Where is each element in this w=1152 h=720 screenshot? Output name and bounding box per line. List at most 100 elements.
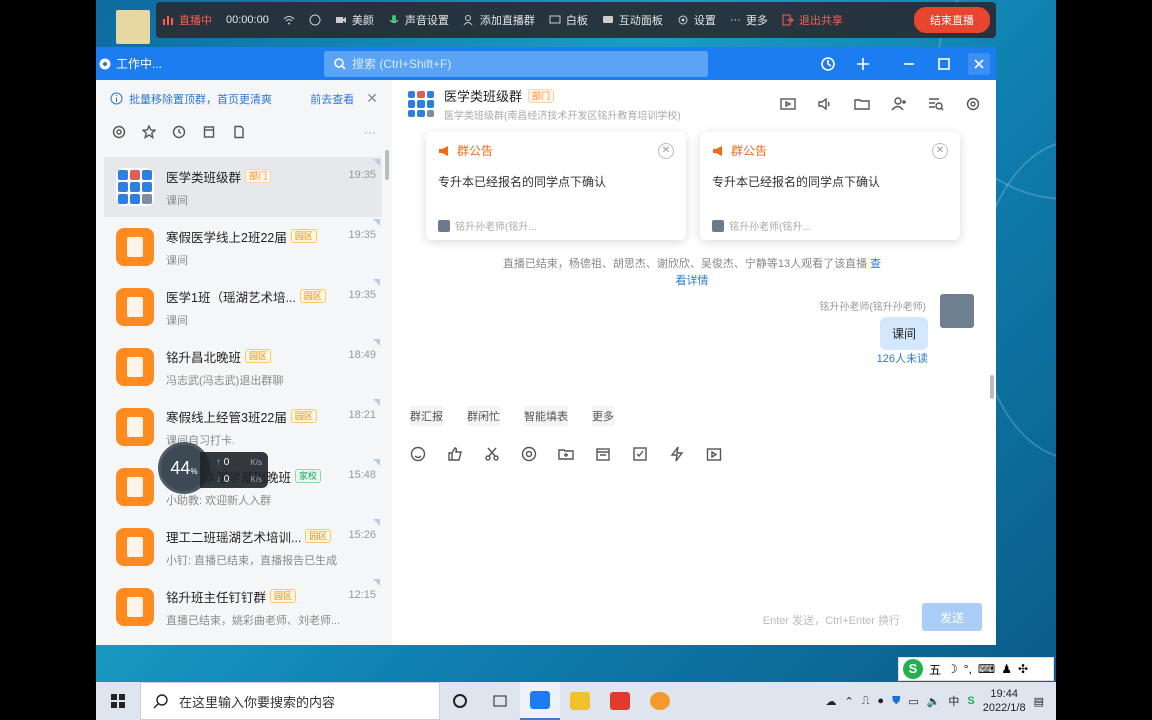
chat-scrollbar[interactable] [990,375,994,399]
quick-tab-more[interactable]: 更多 [592,406,614,426]
network-icon[interactable]: ▭ [908,695,918,708]
history-button[interactable] [817,53,839,75]
conversation-item[interactable]: 铭升班主任钉钉群 园区 直播已结束，姚彩曲老师、刘老师... 12:15 [104,577,382,637]
sound-settings-button[interactable]: 声音设置 [388,12,449,28]
interactive-panel-button[interactable]: 互动面板 [602,12,663,28]
exit-share-button[interactable]: 退出共享 [782,12,843,28]
speaker-icon[interactable] [816,95,834,113]
apps-icon[interactable]: ✣ [1018,662,1028,676]
microphone-icon[interactable]: ● [877,695,884,707]
camera-button[interactable]: 美颜 [335,12,374,28]
conversation-item[interactable]: 医学类班级群 部门 课间 19:35 [104,157,382,217]
add-live-group-button[interactable]: 添加直播群 [463,12,535,28]
conversation-item[interactable]: 医学1班（瑶湖艺术培... 园区 课间 19:35 [104,277,382,337]
avatar[interactable] [940,294,974,328]
group-avatar[interactable] [406,89,436,119]
minimize-button[interactable] [898,53,920,75]
notification-icon[interactable]: ▤ [1034,695,1044,708]
sogou-tray-icon[interactable]: S [967,695,974,707]
emoji-icon[interactable] [410,446,426,462]
global-search-input[interactable]: 搜索 (Ctrl+Shift+F) [324,50,708,77]
conversation-item[interactable]: 铭升昌北晚班 园区 冯志武(冯志武)退出群聊 18:49 [104,337,382,397]
cloud-icon[interactable]: ☁ [825,695,836,708]
taskbar-app-explorer[interactable] [560,682,600,720]
add-button[interactable] [852,53,874,75]
work-status[interactable]: 工作中... [96,55,324,72]
clock[interactable]: 19:44 2022/1/8 [983,687,1026,715]
dingtalk-icon [530,691,550,709]
add-member-icon[interactable] [890,95,908,113]
live-more-button[interactable]: ··· 更多 [730,12,768,28]
search-messages-icon[interactable] [927,95,945,113]
windows-icon [111,694,125,708]
whiteboard-button[interactable]: 白板 [549,12,588,28]
taskbar-app-media[interactable] [640,682,680,720]
conversation-time: 19:35 [348,229,376,241]
conversation-item[interactable]: 理工二班瑶湖艺术培训... 园区 小钉: 直播已结束，直播报告已生成 15:26 [104,517,382,577]
group-avatar [116,228,154,266]
announcement-card[interactable]: 群公告 ✕ 专升本已经报名的同学点下确认 铭升孙老师(铭升... [426,132,686,240]
schedule-icon[interactable] [595,446,611,462]
cortana-button[interactable] [440,682,480,720]
at-mention-icon[interactable] [521,446,537,462]
live-settings-button[interactable]: 设置 [677,12,716,28]
moon-icon[interactable]: ☽ [947,662,958,676]
taskbar-search-input[interactable]: 在这里输入你要搜索的内容 [140,682,440,720]
quick-tab-form[interactable]: 智能填表 [524,406,568,426]
calendar-filter-icon[interactable] [202,125,216,139]
ime-language[interactable]: 中 [948,693,959,709]
wifi-button[interactable] [283,14,295,26]
ding-lightning-icon[interactable] [669,446,685,462]
quick-tab-chat[interactable]: 群闲忙 [467,406,500,426]
conversation-scrollbar[interactable] [385,150,389,180]
maximize-button[interactable] [933,53,955,75]
announcement-close-icon[interactable]: ✕ [658,142,674,159]
gear-icon[interactable] [964,95,982,113]
video-call-icon[interactable] [706,446,722,462]
star-filter-icon[interactable] [142,125,156,139]
ime-mode[interactable]: 五 [929,661,941,678]
close-button[interactable] [968,52,990,75]
user-icon[interactable]: ♟ [1001,662,1012,676]
message-bubble[interactable]: 课间 [879,317,928,350]
notice-link[interactable]: 前去查看 [310,91,354,107]
punctuation-icon[interactable]: °, [964,662,972,676]
announcement-close-icon[interactable]: ✕ [932,142,948,159]
notice-text: 批量移除置顶群，首页更清爽 [129,93,272,106]
doc-filter-icon[interactable] [232,125,246,139]
scissors-icon[interactable] [484,446,500,462]
chat-title[interactable]: 医学类班级群 [444,86,522,105]
start-button[interactable] [96,693,140,709]
conversation-item[interactable]: 寒假医学线上2班22届 园区 课间 19:35 [104,217,382,277]
send-button[interactable]: 发送 [922,603,982,631]
keyboard-icon[interactable]: ⌨ [978,662,995,676]
conversation-tag: 园区 [270,589,297,603]
task-check-icon[interactable] [632,446,648,462]
add-folder-icon[interactable] [558,446,574,462]
end-live-button[interactable]: 结束直播 [914,7,990,33]
unread-count-link[interactable]: 126人未读 [877,350,928,366]
filter-more-icon[interactable]: ··· [364,125,376,139]
live-room-icon[interactable] [779,95,797,113]
usb-icon[interactable]: ⎍ [862,695,870,708]
announcement-card[interactable]: 群公告 ✕ 专升本已经报名的同学点下确认 铭升孙老师(铭升... [700,132,960,240]
share-button[interactable] [309,14,321,26]
announcement-author-avatar [712,219,724,232]
taskbar-app-wps[interactable] [600,682,640,720]
taskbar-app-dingtalk[interactable] [520,682,560,720]
network-speed-widget[interactable]: 44% ↑ 0 K/s ↓ 0 K/s [158,442,270,494]
notice-close-icon[interactable]: ✕ [366,90,378,107]
search-icon [153,694,168,709]
conversation-name: 理工二班瑶湖艺术培训... [166,530,302,545]
shield-icon[interactable]: ⛊ [892,695,900,708]
at-mention-filter-icon[interactable] [112,125,126,139]
quick-tab-report[interactable]: 群汇报 [410,406,443,426]
group-files-icon[interactable] [853,95,871,113]
chevron-up-icon[interactable]: ⌃ [844,695,853,708]
ime-toolbar[interactable]: S 五 ☽ °, ⌨ ♟ ✣ [898,657,1054,681]
task-view-button[interactable] [480,682,520,720]
thumbs-up-icon[interactable] [447,446,463,462]
clock-filter-icon[interactable] [172,125,186,139]
volume-icon[interactable]: 🔈 [927,695,941,708]
conversation-tag: 园区 [290,229,317,243]
